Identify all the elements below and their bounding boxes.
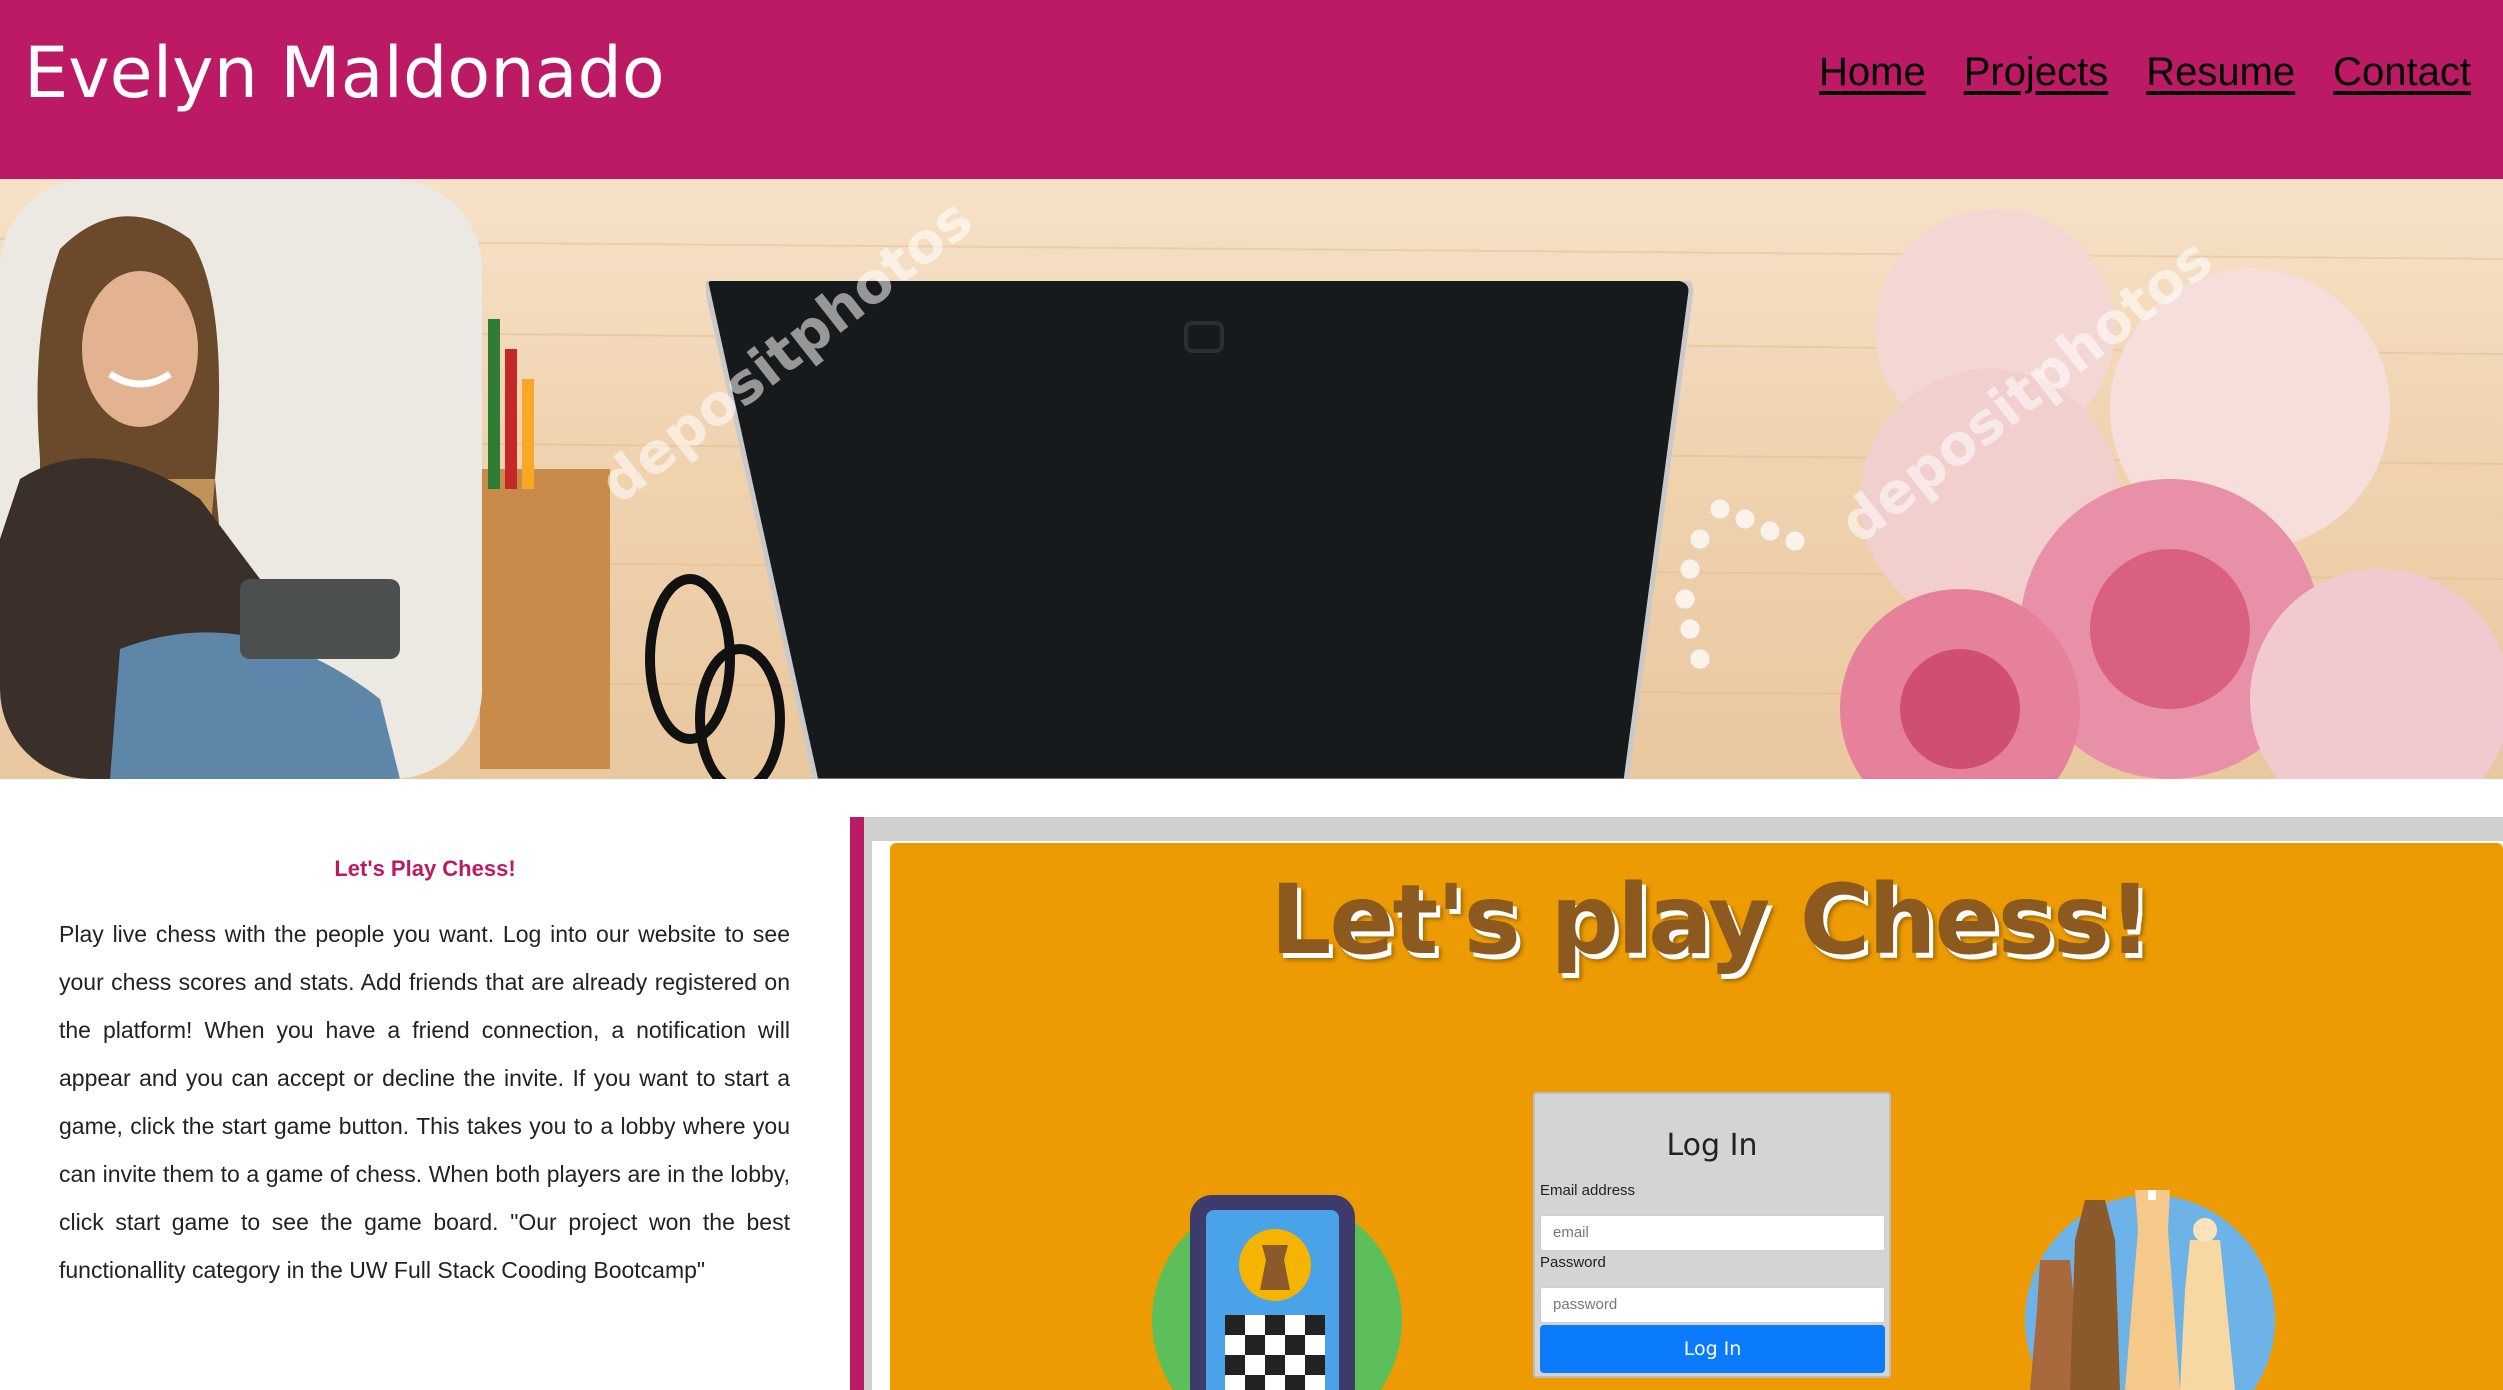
project-title: Let's Play Chess! xyxy=(334,856,516,881)
login-form: Log In Email address email Password pass… xyxy=(1533,1092,1891,1378)
preview-heading: Let's play Chess! xyxy=(1270,864,2152,976)
email-field[interactable]: email xyxy=(1540,1215,1885,1251)
laptop-image xyxy=(706,281,1694,779)
chess-pieces-icon xyxy=(2025,1190,2275,1390)
site-title: Evelyn Maldonado xyxy=(24,32,665,114)
nav-home-link[interactable]: Home xyxy=(1819,50,1926,95)
main-nav: Home Projects Resume Contact xyxy=(1819,50,2471,95)
chess-phone-icon xyxy=(1152,1195,1402,1390)
password-field[interactable]: password xyxy=(1540,1287,1885,1323)
nav-contact-link[interactable]: Contact xyxy=(2333,50,2471,95)
login-button[interactable]: Log In xyxy=(1540,1325,1885,1373)
project-description: Play live chess with the people you want… xyxy=(59,921,790,1283)
login-title: Log In xyxy=(1666,1128,1758,1163)
nav-projects-link[interactable]: Projects xyxy=(1964,50,2109,95)
nav-resume-link[interactable]: Resume xyxy=(2146,50,2295,95)
password-label: Password xyxy=(1540,1254,1606,1271)
site-header: Evelyn Maldonado Home Projects Resume Co… xyxy=(0,0,2503,179)
profile-photo xyxy=(0,179,482,779)
pencil-holder xyxy=(480,469,610,769)
email-label: Email address xyxy=(1540,1182,1636,1199)
